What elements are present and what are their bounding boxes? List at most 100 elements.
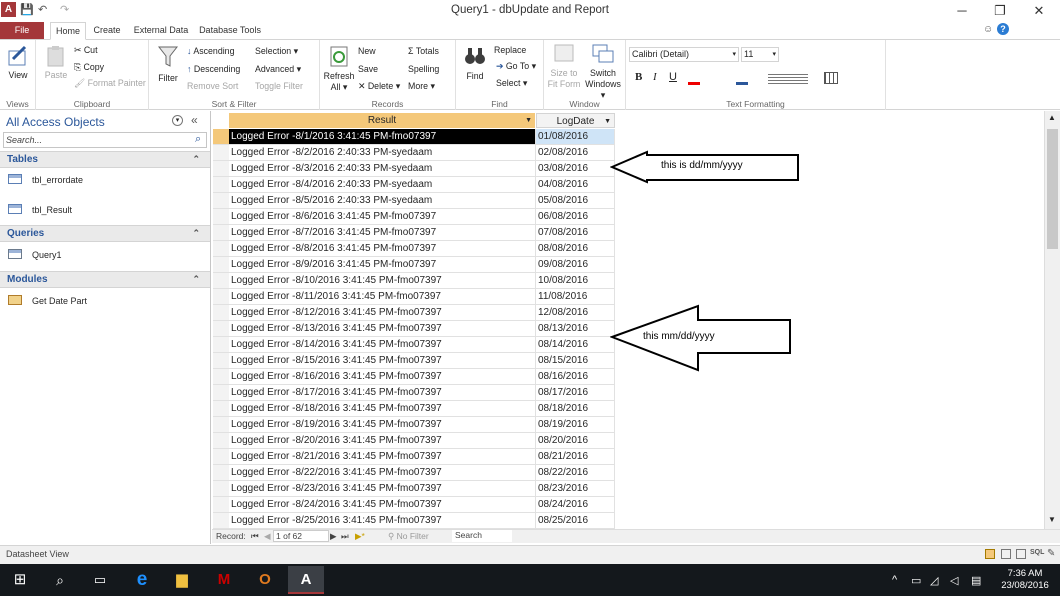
cell-logdate[interactable]: 04/08/2016 — [536, 177, 615, 193]
cell-logdate[interactable]: 08/17/2016 — [536, 385, 615, 401]
cell-logdate[interactable]: 08/23/2016 — [536, 481, 615, 497]
cell-result[interactable]: Logged Error -8/18/2016 3:41:45 PM-fmo07… — [229, 401, 536, 417]
nav-item-query1[interactable]: Query1 — [8, 246, 62, 264]
cell-result[interactable]: Logged Error -8/7/2016 3:41:45 PM-fmo073… — [229, 225, 536, 241]
toggle-filter-button[interactable]: Toggle Filter — [255, 81, 303, 91]
edge-icon[interactable]: e — [124, 566, 160, 594]
pivot-chart-view-icon[interactable] — [1016, 549, 1026, 559]
cell-logdate[interactable]: 07/08/2016 — [536, 225, 615, 241]
search-icon[interactable]: ⌕ — [195, 133, 201, 146]
background-color-icon[interactable] — [736, 73, 748, 85]
font-color-icon[interactable] — [688, 73, 700, 85]
row-selector[interactable] — [213, 449, 229, 465]
row-selector[interactable] — [213, 193, 229, 209]
nav-section-queries[interactable]: Queries ⌃ — [0, 225, 210, 242]
minimize-button[interactable]: ─ — [948, 2, 976, 20]
row-selector[interactable] — [213, 145, 229, 161]
cell-result[interactable]: Logged Error -8/4/2016 2:40:33 PM-syedaa… — [229, 177, 536, 193]
scroll-down-icon[interactable]: ▼ — [1048, 515, 1056, 524]
row-selector[interactable] — [213, 433, 229, 449]
align-icons[interactable] — [768, 74, 808, 84]
scroll-thumb[interactable] — [1047, 129, 1058, 249]
row-selector[interactable] — [213, 497, 229, 513]
gridlines-icon[interactable] — [824, 72, 838, 84]
row-selector[interactable] — [213, 321, 229, 337]
row-selector[interactable] — [213, 161, 229, 177]
cell-logdate[interactable]: 08/24/2016 — [536, 497, 615, 513]
restore-button[interactable]: ❐ — [986, 2, 1014, 20]
cell-result[interactable]: Logged Error -8/11/2016 3:41:45 PM-fmo07… — [229, 289, 536, 305]
size-to-fit-button[interactable]: Size to Fit Form — [546, 43, 582, 90]
cell-result[interactable]: Logged Error -8/17/2016 3:41:45 PM-fmo07… — [229, 385, 536, 401]
selection-button[interactable]: Selection ▾ — [255, 46, 298, 57]
outlook-icon[interactable]: O — [247, 566, 283, 594]
cell-logdate[interactable]: 08/08/2016 — [536, 241, 615, 257]
design-view-icon[interactable]: ✎ — [1047, 548, 1055, 559]
row-selector[interactable] — [213, 289, 229, 305]
select-all-corner[interactable] — [213, 113, 229, 128]
cell-logdate[interactable]: 08/13/2016 — [536, 321, 615, 337]
cell-logdate[interactable]: 08/18/2016 — [536, 401, 615, 417]
row-selector[interactable] — [213, 513, 229, 529]
cell-result[interactable]: Logged Error -8/20/2016 3:41:45 PM-fmo07… — [229, 433, 536, 449]
first-record-icon[interactable]: ⏮ — [251, 531, 259, 542]
tab-home[interactable]: Home — [50, 22, 86, 40]
row-selector[interactable] — [213, 417, 229, 433]
cell-logdate[interactable]: 08/16/2016 — [536, 369, 615, 385]
tab-external-data[interactable]: External Data — [130, 22, 192, 40]
italic-button[interactable]: I — [653, 71, 657, 83]
cell-logdate[interactable]: 11/08/2016 — [536, 289, 615, 305]
spelling-button[interactable]: Spelling — [408, 64, 439, 74]
cell-result[interactable]: Logged Error -8/1/2016 3:41:45 PM-fmo073… — [229, 129, 536, 145]
tray-chevron-icon[interactable]: ^ — [892, 574, 897, 586]
collapse-nav-icon[interactable]: « — [191, 113, 198, 127]
cell-logdate[interactable]: 05/08/2016 — [536, 193, 615, 209]
tray-battery-icon[interactable]: ▭ — [911, 574, 921, 587]
tray-volume-icon[interactable]: ◁ — [950, 574, 958, 587]
select-button[interactable]: Select ▾ — [496, 78, 527, 89]
delete-record-button[interactable]: ✕ Delete ▾ — [358, 81, 400, 92]
bold-button[interactable]: B — [635, 71, 642, 83]
cell-logdate[interactable]: 06/08/2016 — [536, 209, 615, 225]
cell-logdate[interactable]: 09/08/2016 — [536, 257, 615, 273]
cell-result[interactable]: Logged Error -8/8/2016 3:41:45 PM-fmo073… — [229, 241, 536, 257]
access-taskbar-icon[interactable]: A — [288, 566, 324, 594]
row-selector[interactable] — [213, 465, 229, 481]
cell-result[interactable]: Logged Error -8/2/2016 2:40:33 PM-syedaa… — [229, 145, 536, 161]
cell-logdate[interactable]: 10/08/2016 — [536, 273, 615, 289]
cell-result[interactable]: Logged Error -8/21/2016 3:41:45 PM-fmo07… — [229, 449, 536, 465]
row-selector[interactable] — [213, 337, 229, 353]
prev-record-icon[interactable]: ◀ — [264, 531, 271, 542]
ascending-button[interactable]: ↓ Ascending — [187, 46, 234, 56]
next-record-icon[interactable]: ▶ — [330, 531, 337, 542]
record-position-input[interactable]: 1 of 62 — [273, 530, 329, 542]
save-record-button[interactable]: Save — [358, 64, 378, 74]
chevron-down-icon[interactable]: ▼ — [604, 114, 611, 129]
totals-button[interactable]: Σ Totals — [408, 46, 439, 56]
switch-windows-button[interactable]: Switch Windows ▾ — [582, 43, 624, 101]
cell-result[interactable]: Logged Error -8/24/2016 3:41:45 PM-fmo07… — [229, 497, 536, 513]
task-view-icon[interactable]: ▭ — [82, 566, 118, 594]
cell-logdate[interactable]: 08/19/2016 — [536, 417, 615, 433]
view-button[interactable]: View — [3, 45, 33, 81]
refresh-all-button[interactable]: Refresh All ▾ — [323, 44, 355, 93]
cell-logdate[interactable]: 03/08/2016 — [536, 161, 615, 177]
find-button[interactable]: Find — [460, 44, 490, 82]
nav-item-tbl-errordate[interactable]: tbl_errordate — [8, 171, 83, 189]
cell-result[interactable]: Logged Error -8/10/2016 3:41:45 PM-fmo07… — [229, 273, 536, 289]
row-selector[interactable] — [213, 385, 229, 401]
nav-item-tbl-result[interactable]: tbl_Result — [8, 201, 72, 219]
no-filter-button[interactable]: ⚲ No Filter — [388, 531, 429, 542]
row-selector[interactable] — [213, 129, 229, 145]
new-record-button[interactable]: New — [358, 46, 376, 56]
cell-logdate[interactable]: 02/08/2016 — [536, 145, 615, 161]
smiley-icon[interactable]: ☺ — [983, 24, 995, 36]
row-selector[interactable] — [213, 241, 229, 257]
cell-result[interactable]: Logged Error -8/9/2016 3:41:45 PM-fmo073… — [229, 257, 536, 273]
cell-result[interactable]: Logged Error -8/25/2016 3:41:45 PM-fmo07… — [229, 513, 536, 529]
cell-result[interactable]: Logged Error -8/6/2016 3:41:45 PM-fmo073… — [229, 209, 536, 225]
cell-logdate[interactable]: 12/08/2016 — [536, 305, 615, 321]
help-icon[interactable]: ? — [997, 23, 1009, 35]
descending-button[interactable]: ↑ Descending — [187, 64, 240, 74]
chevron-down-icon[interactable]: ▼ — [525, 113, 532, 128]
